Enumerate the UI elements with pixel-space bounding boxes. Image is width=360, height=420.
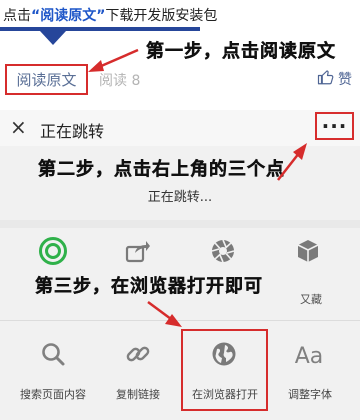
arrow-step2 — [277, 143, 307, 181]
annotation-arrows — [88, 48, 307, 327]
arrow-step1 — [88, 48, 139, 72]
arrow-step3 — [147, 300, 182, 327]
